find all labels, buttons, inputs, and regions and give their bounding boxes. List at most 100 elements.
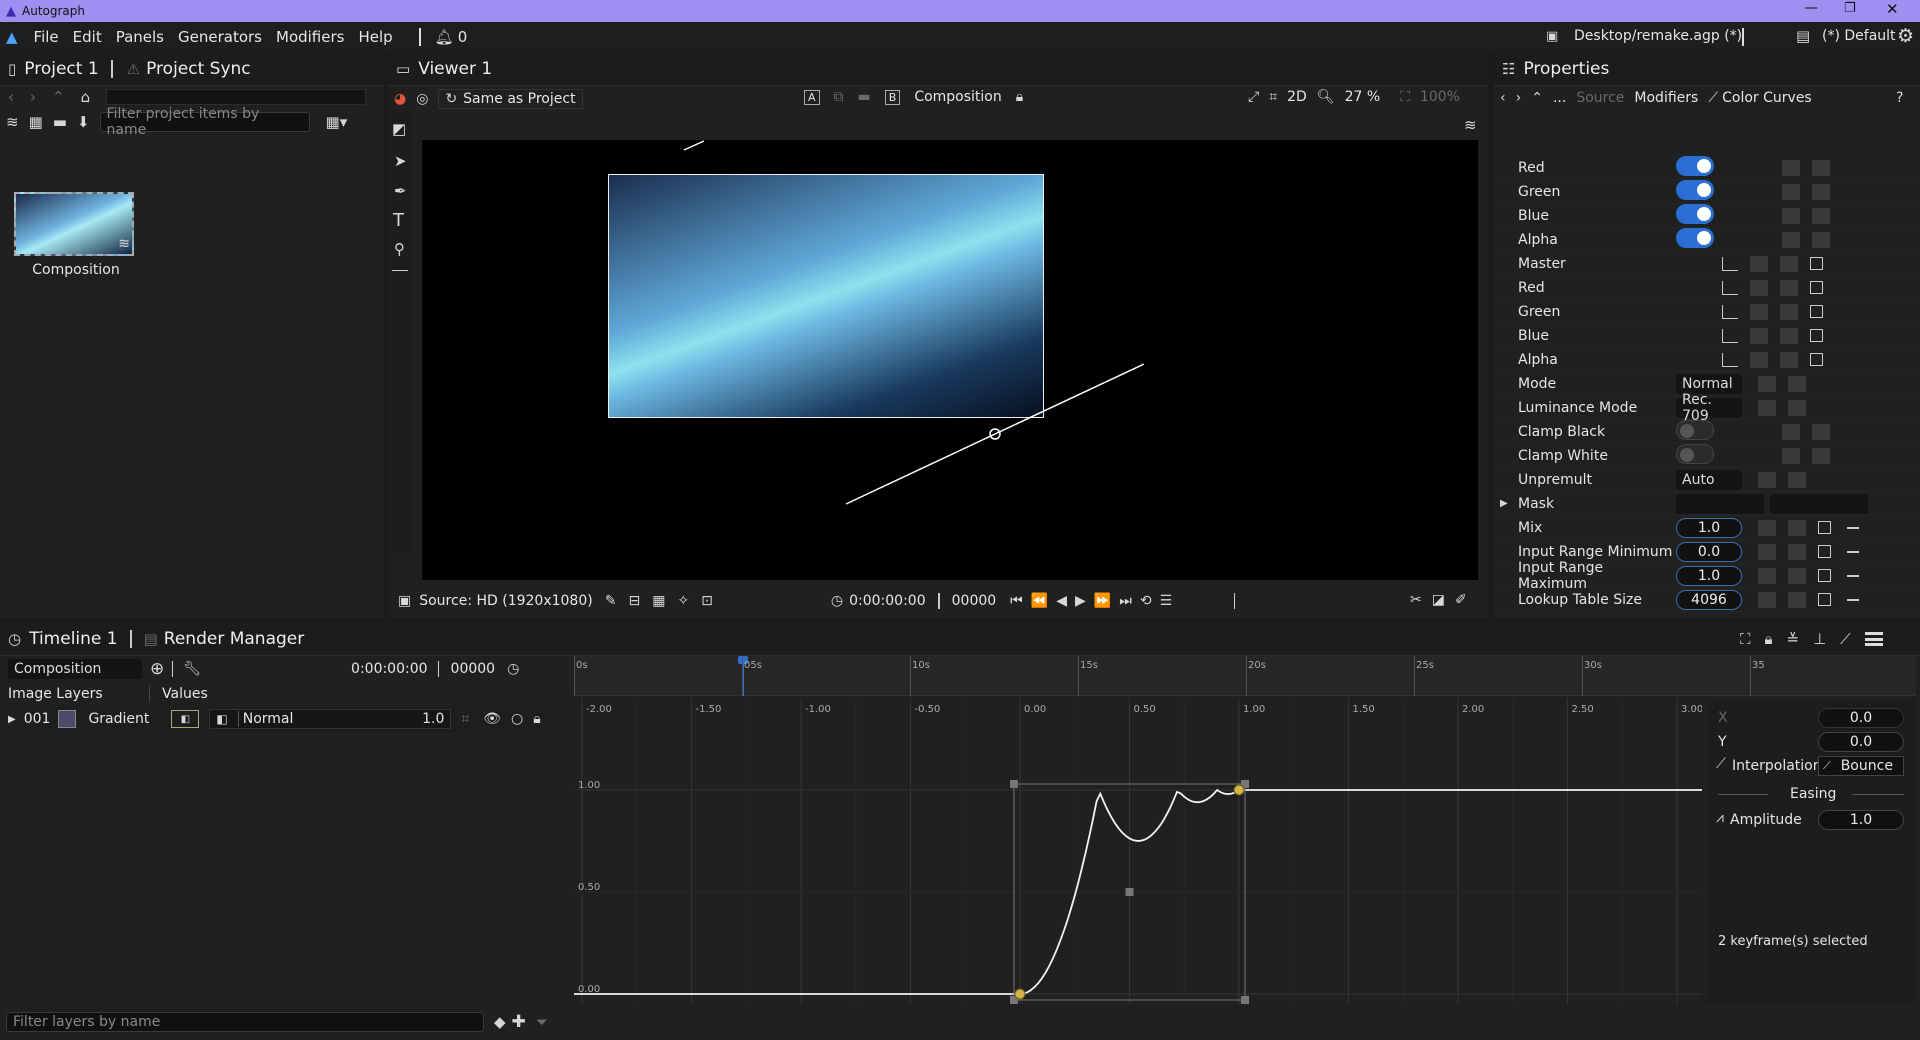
link-icon[interactable]	[1782, 207, 1800, 224]
keyframe-icon[interactable]	[1812, 159, 1830, 176]
box-handle[interactable]	[1010, 780, 1018, 788]
checkbox[interactable]	[1810, 257, 1823, 270]
timeline-frame[interactable]: 00000	[451, 661, 496, 677]
menu-generators[interactable]: Generators	[178, 28, 262, 46]
expand-arrow-icon[interactable]: ▶	[1500, 498, 1508, 509]
project-filter-input[interactable]: Filter project items by name	[99, 106, 310, 138]
menu-help[interactable]: Help	[358, 28, 392, 46]
overlay-icon[interactable]: ◪	[1432, 592, 1445, 608]
keyframe-icon[interactable]	[1788, 375, 1806, 392]
opacity-value[interactable]: 1.0	[422, 711, 444, 727]
safe-area-icon[interactable]: ✎	[605, 593, 617, 609]
mask-slot-2[interactable]	[1770, 493, 1868, 514]
link-icon[interactable]	[1782, 447, 1800, 464]
path-field[interactable]	[106, 89, 367, 105]
forward-icon[interactable]: ›	[1516, 90, 1522, 106]
graph-editor[interactable]: -2.00 -1.50 -1.00 -0.50 0.00 0.50 1.00 1.50 2.00…	[574, 698, 1702, 1004]
breadcrumb-source[interactable]: Source	[1576, 90, 1624, 106]
curve-graph[interactable]: -2.00 -1.50 -1.00 -0.50 0.00 0.50 1.00 1.50 2.00…	[574, 698, 1702, 1004]
keyframe-icon[interactable]	[1788, 567, 1806, 584]
keyframe-icon[interactable]	[1780, 327, 1798, 344]
layer-lock-icon[interactable]: 🔒︎	[533, 711, 540, 727]
link-icon[interactable]	[1758, 519, 1776, 536]
up-icon[interactable]: ⌃	[1531, 90, 1543, 106]
box-handle[interactable]	[1241, 996, 1249, 1004]
add-icon[interactable]: ✚	[512, 1012, 526, 1032]
aspect-icon[interactable]: ⊟	[628, 593, 640, 609]
menu-edit[interactable]: Edit	[73, 28, 102, 46]
layer-thumbnail-icon[interactable]: ◧	[171, 710, 200, 728]
layers-icon[interactable]: ≋	[6, 113, 19, 131]
tab-viewer[interactable]: Viewer 1	[418, 59, 492, 79]
fit-icon[interactable]: ⛶	[1400, 89, 1410, 105]
checkbox[interactable]	[1818, 545, 1831, 558]
link-icon[interactable]	[1758, 399, 1776, 416]
project-file-path[interactable]: Desktop/remake.agp (*)	[1574, 28, 1742, 44]
checkbox[interactable]	[1818, 521, 1831, 534]
viewer-canvas[interactable]	[422, 140, 1478, 580]
timeline-menu-icon[interactable]	[1864, 632, 1883, 646]
lock-icon[interactable]: 🔒︎	[1016, 89, 1023, 105]
notifications-button[interactable]: 🔔︎ 0	[435, 28, 468, 46]
up-icon[interactable]: ⌃	[52, 88, 65, 106]
keyframe-icon[interactable]	[1788, 591, 1806, 608]
box-handle[interactable]	[1125, 888, 1134, 896]
close-window-button[interactable]: ✕	[1886, 0, 1899, 18]
minimize-button[interactable]: —	[1804, 0, 1818, 16]
keyframe-icon[interactable]	[1812, 231, 1830, 248]
menu-panels[interactable]: Panels	[116, 28, 164, 46]
link-icon[interactable]	[1750, 255, 1768, 272]
blend-mode-field[interactable]: ◧ Normal 1.0	[209, 709, 452, 729]
breadcrumb-modifiers[interactable]: Modifiers	[1634, 90, 1698, 106]
new-folder-icon[interactable]: ▬	[53, 113, 67, 131]
select-tool-icon[interactable]: ➤	[394, 152, 407, 170]
magic-icon[interactable]: ✧	[677, 593, 689, 609]
toggle-switch[interactable]	[1676, 443, 1714, 464]
link-icon[interactable]	[1750, 279, 1768, 296]
property-number-field[interactable]: 1.0	[1676, 565, 1742, 586]
checkbox[interactable]	[1810, 281, 1823, 294]
layer-row[interactable]: ▶ 001 Gradient ◧ ◧ Normal 1.0 ⌗ 👁︎ ○ 🔒︎	[0, 706, 570, 732]
tab-properties[interactable]: Properties	[1523, 59, 1609, 79]
zoom-value[interactable]: 27 %	[1345, 89, 1381, 105]
tab-render-manager[interactable]: Render Manager	[164, 629, 304, 649]
keyframe-icon[interactable]	[1812, 207, 1830, 224]
link-icon[interactable]	[1782, 159, 1800, 176]
workspace-selector[interactable]: (*) Default	[1822, 28, 1896, 44]
solo-circle-icon[interactable]: ○	[511, 711, 523, 727]
snapshot-icon[interactable]: ⊡	[701, 593, 713, 609]
viewer-composition-selector[interactable]: Composition	[914, 89, 1001, 105]
tab-timeline[interactable]: Timeline 1	[29, 629, 118, 649]
checkbox[interactable]	[1818, 593, 1831, 606]
link-icon[interactable]	[1782, 423, 1800, 440]
pen-tool-icon[interactable]: ✒	[394, 182, 407, 200]
step-back-icon[interactable]: ⏪	[1031, 593, 1048, 609]
lock-view-icon[interactable]: 🔒︎	[1765, 630, 1773, 648]
checkbox[interactable]	[1818, 569, 1831, 582]
keyframe-icon[interactable]	[1788, 543, 1806, 560]
link-icon[interactable]	[1758, 375, 1776, 392]
timeline-clock-icon[interactable]: ◷	[507, 661, 519, 677]
graph-editor-icon[interactable]: ⟋	[1840, 630, 1851, 648]
text-tool-icon[interactable]: T	[393, 210, 404, 231]
playback-settings-icon[interactable]: ☰	[1160, 593, 1173, 609]
tab-project-sync[interactable]: Project Sync	[146, 59, 251, 79]
package-icon[interactable]: ▦	[29, 113, 43, 131]
compare-b-button[interactable]: B	[884, 89, 901, 105]
link-icon[interactable]	[1758, 543, 1776, 560]
mode-2d-button[interactable]: 2D	[1287, 89, 1307, 105]
compare-a-button[interactable]: A	[804, 89, 820, 105]
checkbox[interactable]	[1810, 329, 1823, 342]
layer-name[interactable]: Gradient	[88, 711, 149, 727]
keyframe-icon[interactable]	[1780, 351, 1798, 368]
link-icon[interactable]	[1750, 351, 1768, 368]
mask-icon[interactable]: ✂	[1410, 592, 1422, 608]
link-icon[interactable]	[1758, 567, 1776, 584]
tool-color-icon[interactable]: ◩	[392, 120, 406, 138]
link-icon[interactable]	[1758, 471, 1776, 488]
keyframe-icon[interactable]	[1788, 519, 1806, 536]
filter-icon[interactable]: ⏷	[536, 1013, 548, 1031]
play-icon[interactable]: ▶	[1075, 593, 1086, 609]
layer-color-swatch[interactable]	[58, 710, 77, 728]
keyframe-point[interactable]	[1233, 784, 1245, 796]
